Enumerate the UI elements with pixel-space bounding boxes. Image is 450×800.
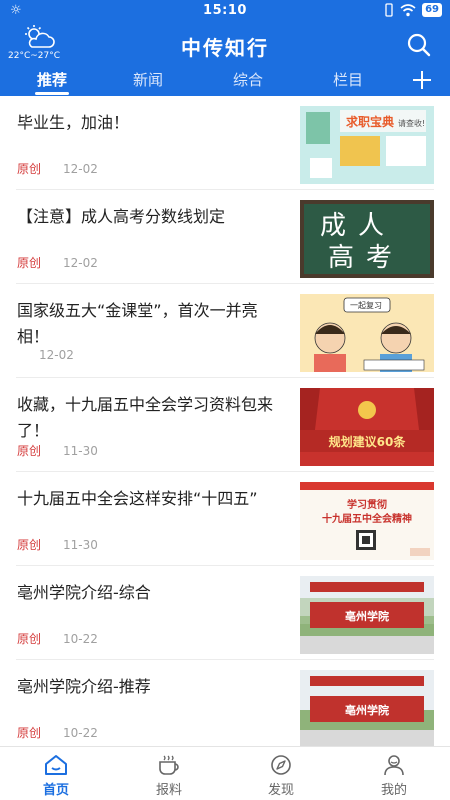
thumb-text: 亳州学院 [345,609,389,623]
tab-comprehensive[interactable]: 综合 [218,69,278,90]
article-date: 11-30 [63,444,98,458]
thumb-text: 学习贯彻 [347,498,387,511]
tab-recommend[interactable]: 推荐 [22,69,82,90]
svg-text:高考: 高考 [328,243,404,273]
battery-indicator: 69 [422,3,442,17]
article-source: 原创 [17,538,42,552]
tab-columns[interactable]: 栏目 [318,69,378,90]
article-title: 毕业生，加油！ [17,113,130,132]
article-title: 【注意】成人高考分数线划定 [17,207,226,226]
status-bar: ☼ 15:10 69 [0,0,450,22]
user-icon [384,755,404,776]
article-item[interactable]: 亳州学院介绍-综合 原创 10-22 亳州学院 [0,566,450,660]
app-bar: 22°C~27°C 中传知行 [0,22,450,66]
thumb-text: 求职宝典 [346,114,394,129]
nav-profile[interactable]: 我的 [364,753,424,798]
article-item[interactable]: 亳州学院介绍-推荐 原创 10-22 亳州学院 [0,660,450,746]
article-date: 10-22 [63,726,98,740]
nav-profile-label: 我的 [380,783,407,798]
article-thumbnail: 成人 高考 [300,200,434,278]
article-thumbnail: 学习贯彻 十九届五中全会精神 [300,482,434,560]
coffee-cup-icon [159,755,179,775]
tab-news[interactable]: 新闻 [118,69,178,90]
svg-text:请查收!: 请查收! [398,118,425,128]
app-title: 中传知行 [181,36,269,60]
article-date: 12-02 [63,256,98,270]
status-time: 15:10 [203,3,247,18]
article-thumbnail: 亳州学院 [300,576,434,654]
nav-discover-label: 发现 [267,783,294,798]
thumb-text: 成人 [320,211,396,241]
wifi-icon [400,3,416,16]
article-title: 国家级五大“金课堂”，首次一并亮相！ [17,301,258,346]
thumb-text: 一起复习 [350,300,382,310]
article-source: 原创 [17,632,42,646]
article-item[interactable]: 收藏，十九届五中全会学习资料包来了！ 原创 11-30 规划建议60条 [0,378,450,472]
article-thumbnail: 亳州学院 [300,670,434,746]
article-date: 12-02 [63,162,98,176]
article-source: 原创 [17,162,42,176]
compass-icon [271,755,291,775]
nav-home[interactable]: 首页 [26,753,86,798]
nav-report-label: 报料 [155,783,182,798]
article-item[interactable]: 毕业生，加油！ 原创 12-02 求职宝典 请查收! [0,96,450,190]
active-tab-indicator [35,92,69,95]
nav-home-label: 首页 [42,783,69,798]
article-item[interactable]: 十九届五中全会这样安排“十四五” 原创 11-30 学习贯彻 十九届五中全会精神 [0,472,450,566]
nav-report[interactable]: 报料 [139,753,199,798]
nav-discover[interactable]: 发现 [251,753,311,798]
svg-text:十九届五中全会精神: 十九届五中全会精神 [322,512,412,525]
article-title: 亳州学院介绍-推荐 [17,677,151,696]
bottom-navigation: 首页 报料 发现 我的 [0,746,450,800]
article-source: 原创 [17,726,42,740]
article-title: 十九届五中全会这样安排“十四五” [17,489,258,508]
search-icon[interactable] [406,32,432,58]
home-icon [45,755,67,775]
category-tabs: 推荐 新闻 综合 栏目 [0,66,450,96]
article-source: 原创 [17,444,42,458]
add-channel-icon[interactable] [410,68,434,92]
article-date: 10-22 [63,632,98,646]
article-thumbnail: 求职宝典 请查收! [300,106,434,184]
article-item[interactable]: 【注意】成人高考分数线划定 原创 12-02 成人 高考 [0,190,450,284]
thumb-text: 规划建议60条 [329,434,407,449]
article-date: 12-02 [39,348,74,362]
thumb-text: 亳州学院 [345,703,389,717]
vibrate-icon [385,3,393,17]
article-thumbnail: 一起复习 [300,294,434,372]
article-thumbnail: 规划建议60条 [300,388,434,466]
article-list: 毕业生，加油！ 原创 12-02 求职宝典 请查收! 【注意】成人高考分数线划定 … [0,96,450,746]
article-title: 亳州学院介绍-综合 [17,583,151,602]
article-item[interactable]: 国家级五大“金课堂”，首次一并亮相！ 12-02 一起复习 [0,284,450,378]
article-date: 11-30 [63,538,98,552]
article-title: 收藏，十九届五中全会学习资料包来了！ [17,395,274,440]
article-source: 原创 [17,256,42,270]
